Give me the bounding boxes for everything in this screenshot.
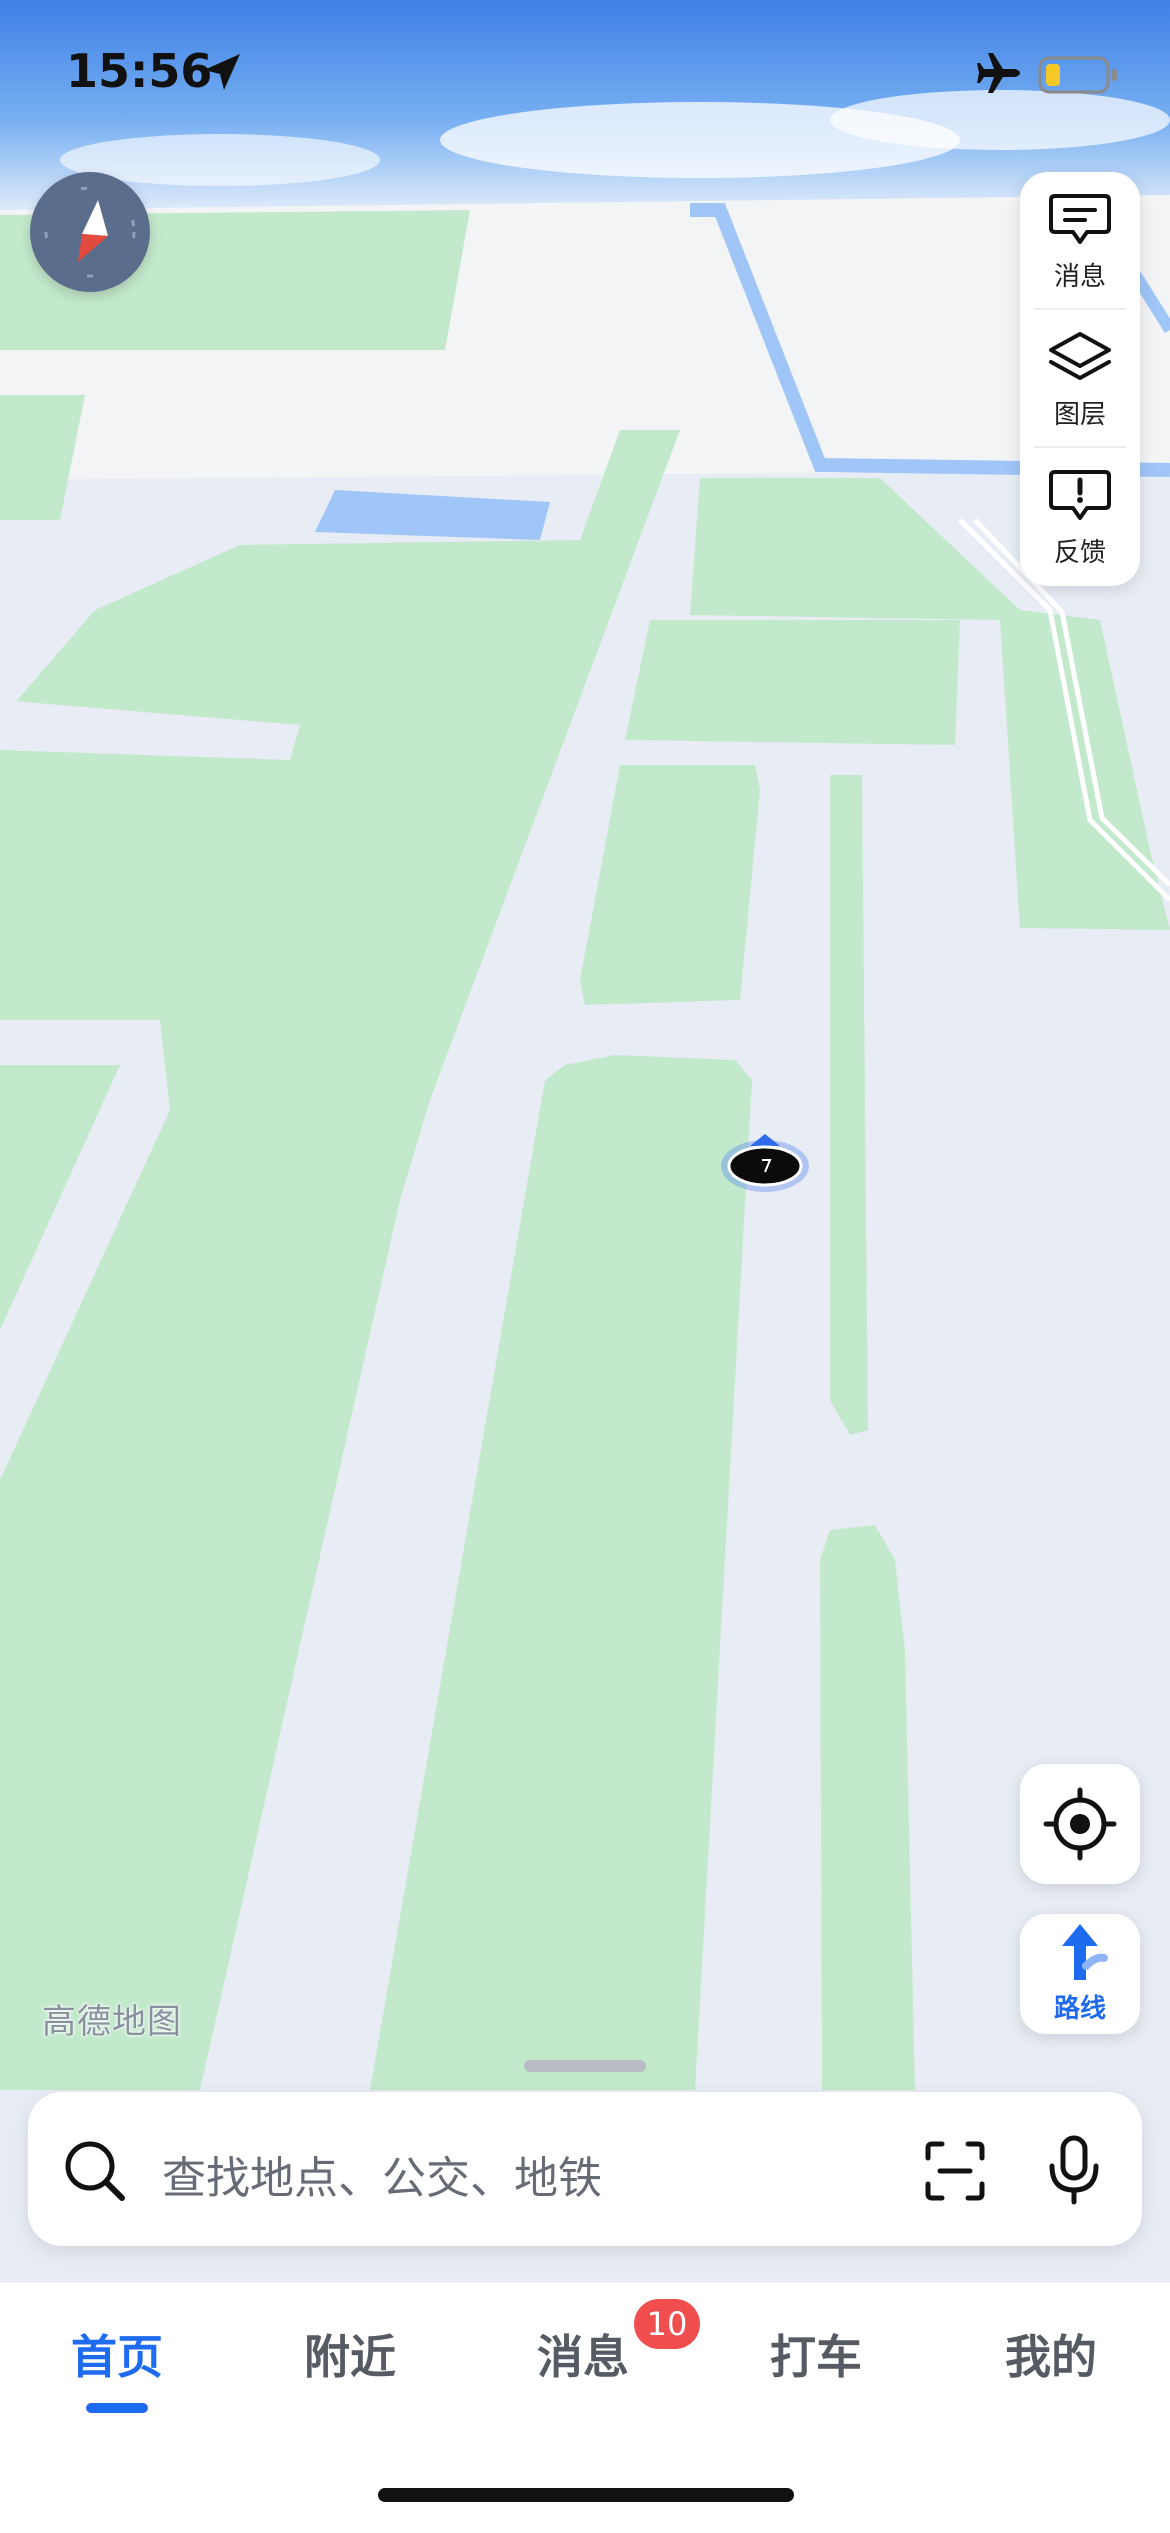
search-input[interactable]: 查找地点、公交、地铁	[162, 2142, 602, 2206]
home-indicator	[378, 2488, 794, 2502]
compass-button[interactable]	[30, 172, 150, 292]
scan-icon[interactable]	[922, 2138, 988, 2204]
feedback-tool-button[interactable]: 反馈	[1020, 448, 1140, 580]
route-button[interactable]: 路线	[1020, 1914, 1140, 2034]
tab-nearby[interactable]: 附近	[275, 2321, 425, 2387]
feedback-icon	[1049, 470, 1111, 520]
messages-tool-label: 消息	[1053, 262, 1106, 292]
search-bar[interactable]: 查找地点、公交、地铁	[28, 2092, 1142, 2246]
search-icon	[65, 2141, 125, 2201]
layers-tool-label: 图层	[1053, 400, 1106, 430]
crosshair-icon	[1043, 1787, 1117, 1861]
route-label: 路线	[1053, 1994, 1106, 2024]
map-tools-panel: 消息 图层 反馈	[1020, 172, 1140, 586]
map-watermark: 高德地图	[42, 2002, 182, 2042]
layers-icon	[1049, 332, 1111, 380]
tab-home[interactable]: 首页	[42, 2321, 192, 2387]
battery-icon	[1038, 56, 1117, 94]
tab-mine[interactable]: 我的	[976, 2321, 1126, 2387]
compass-icon	[44, 186, 136, 278]
route-arrow-icon	[1062, 1924, 1108, 1980]
message-icon	[1049, 194, 1111, 244]
status-time: 15:56	[66, 44, 213, 98]
airplane-mode-icon	[977, 53, 1020, 93]
microphone-icon[interactable]	[1044, 2134, 1104, 2206]
layers-tool-button[interactable]: 图层	[1020, 310, 1140, 442]
bottom-sheet-handle[interactable]	[524, 2060, 646, 2072]
tab-taxi[interactable]: 打车	[741, 2321, 891, 2387]
active-tab-indicator	[86, 2403, 148, 2413]
messages-badge: 10	[634, 2299, 700, 2349]
feedback-tool-label: 反馈	[1053, 538, 1106, 568]
location-arrow-icon	[204, 54, 240, 90]
locate-me-button[interactable]	[1020, 1764, 1140, 1884]
status-bar: 15:56	[0, 0, 1170, 150]
messages-tool-button[interactable]: 消息	[1020, 172, 1140, 304]
